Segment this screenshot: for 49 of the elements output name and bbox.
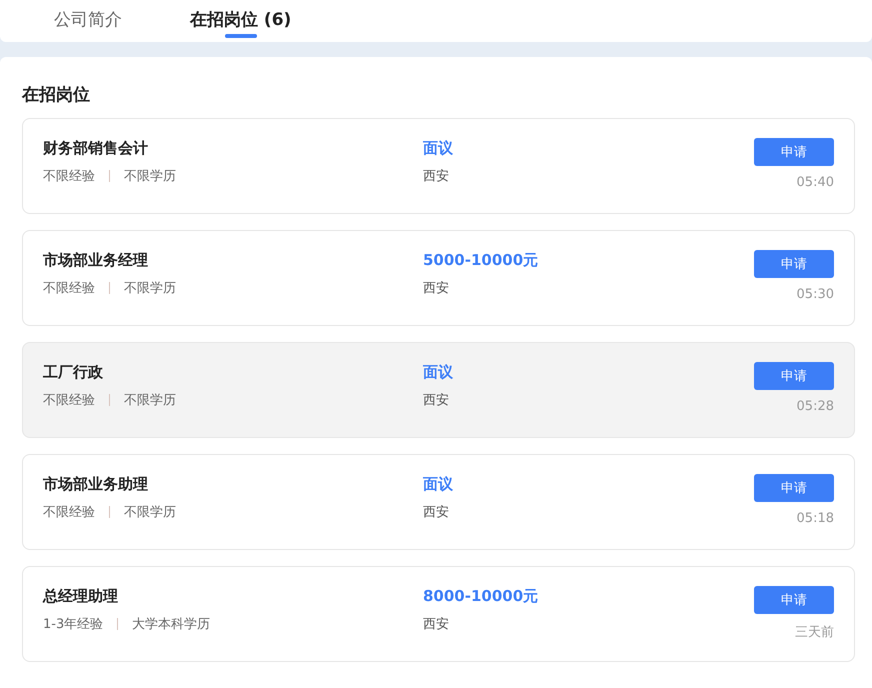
job-card[interactable]: 市场部业务经理 不限经验 不限学历 5000-10000元 西安 申请 05:30 xyxy=(22,230,855,326)
separator xyxy=(109,506,110,518)
post-time: 05:28 xyxy=(796,399,834,414)
job-card[interactable]: 工厂行政 不限经验 不限学历 面议 西安 申请 05:28 xyxy=(22,342,855,438)
separator xyxy=(109,282,110,294)
job-card[interactable]: 市场部业务助理 不限经验 不限学历 面议 西安 申请 05:18 xyxy=(22,454,855,550)
job-card[interactable]: 财务部销售会计 不限经验 不限学历 面议 西安 申请 05:40 xyxy=(22,118,855,214)
apply-button[interactable]: 申请 xyxy=(754,586,834,614)
education-text: 不限学历 xyxy=(124,504,176,521)
job-title: 财务部销售会计 xyxy=(43,139,149,158)
education-text: 不限学历 xyxy=(124,392,176,409)
salary-text: 面议 xyxy=(423,475,454,494)
post-time: 05:30 xyxy=(796,287,834,302)
salary-text: 8000-10000元 xyxy=(423,587,540,606)
education-text: 大学本科学历 xyxy=(132,616,210,633)
location-text: 西安 xyxy=(423,392,450,409)
salary-text: 面议 xyxy=(423,139,454,158)
job-title: 市场部业务助理 xyxy=(43,475,149,494)
education-text: 不限学历 xyxy=(124,280,176,297)
job-title: 总经理助理 xyxy=(43,587,119,606)
location-text: 西安 xyxy=(423,280,450,297)
active-tab-indicator xyxy=(224,34,257,38)
experience-text: 不限经验 xyxy=(43,504,95,521)
post-time: 05:40 xyxy=(796,175,834,190)
tab[interactable]: 公司简介 xyxy=(30,0,146,34)
separator xyxy=(109,170,110,182)
job-title: 工厂行政 xyxy=(43,363,104,382)
experience-text: 不限经验 xyxy=(43,280,95,297)
salary-text: 5000-10000元 xyxy=(423,251,540,270)
experience-text: 1-3年经验 xyxy=(43,616,104,633)
apply-button[interactable]: 申请 xyxy=(754,362,834,390)
salary-text: 面议 xyxy=(423,363,454,382)
job-title: 市场部业务经理 xyxy=(43,251,149,270)
section-title: 在招岗位 xyxy=(22,84,91,106)
education-text: 不限学历 xyxy=(124,168,176,185)
separator xyxy=(117,618,118,630)
apply-button[interactable]: 申请 xyxy=(754,474,834,502)
location-text: 西安 xyxy=(423,504,450,521)
post-time: 05:18 xyxy=(796,511,834,526)
experience-text: 不限经验 xyxy=(43,168,95,185)
post-time: 三天前 xyxy=(795,624,834,641)
separator xyxy=(109,394,110,406)
location-text: 西安 xyxy=(423,616,450,633)
location-text: 西安 xyxy=(423,168,450,185)
experience-text: 不限经验 xyxy=(43,392,95,409)
apply-button[interactable]: 申请 xyxy=(754,138,834,166)
apply-button[interactable]: 申请 xyxy=(754,250,834,278)
tab[interactable]: 在招岗位 (6) xyxy=(166,0,316,34)
job-card[interactable]: 总经理助理 1-3年经验 大学本科学历 8000-10000元 西安 申请 三天前 xyxy=(22,566,855,662)
